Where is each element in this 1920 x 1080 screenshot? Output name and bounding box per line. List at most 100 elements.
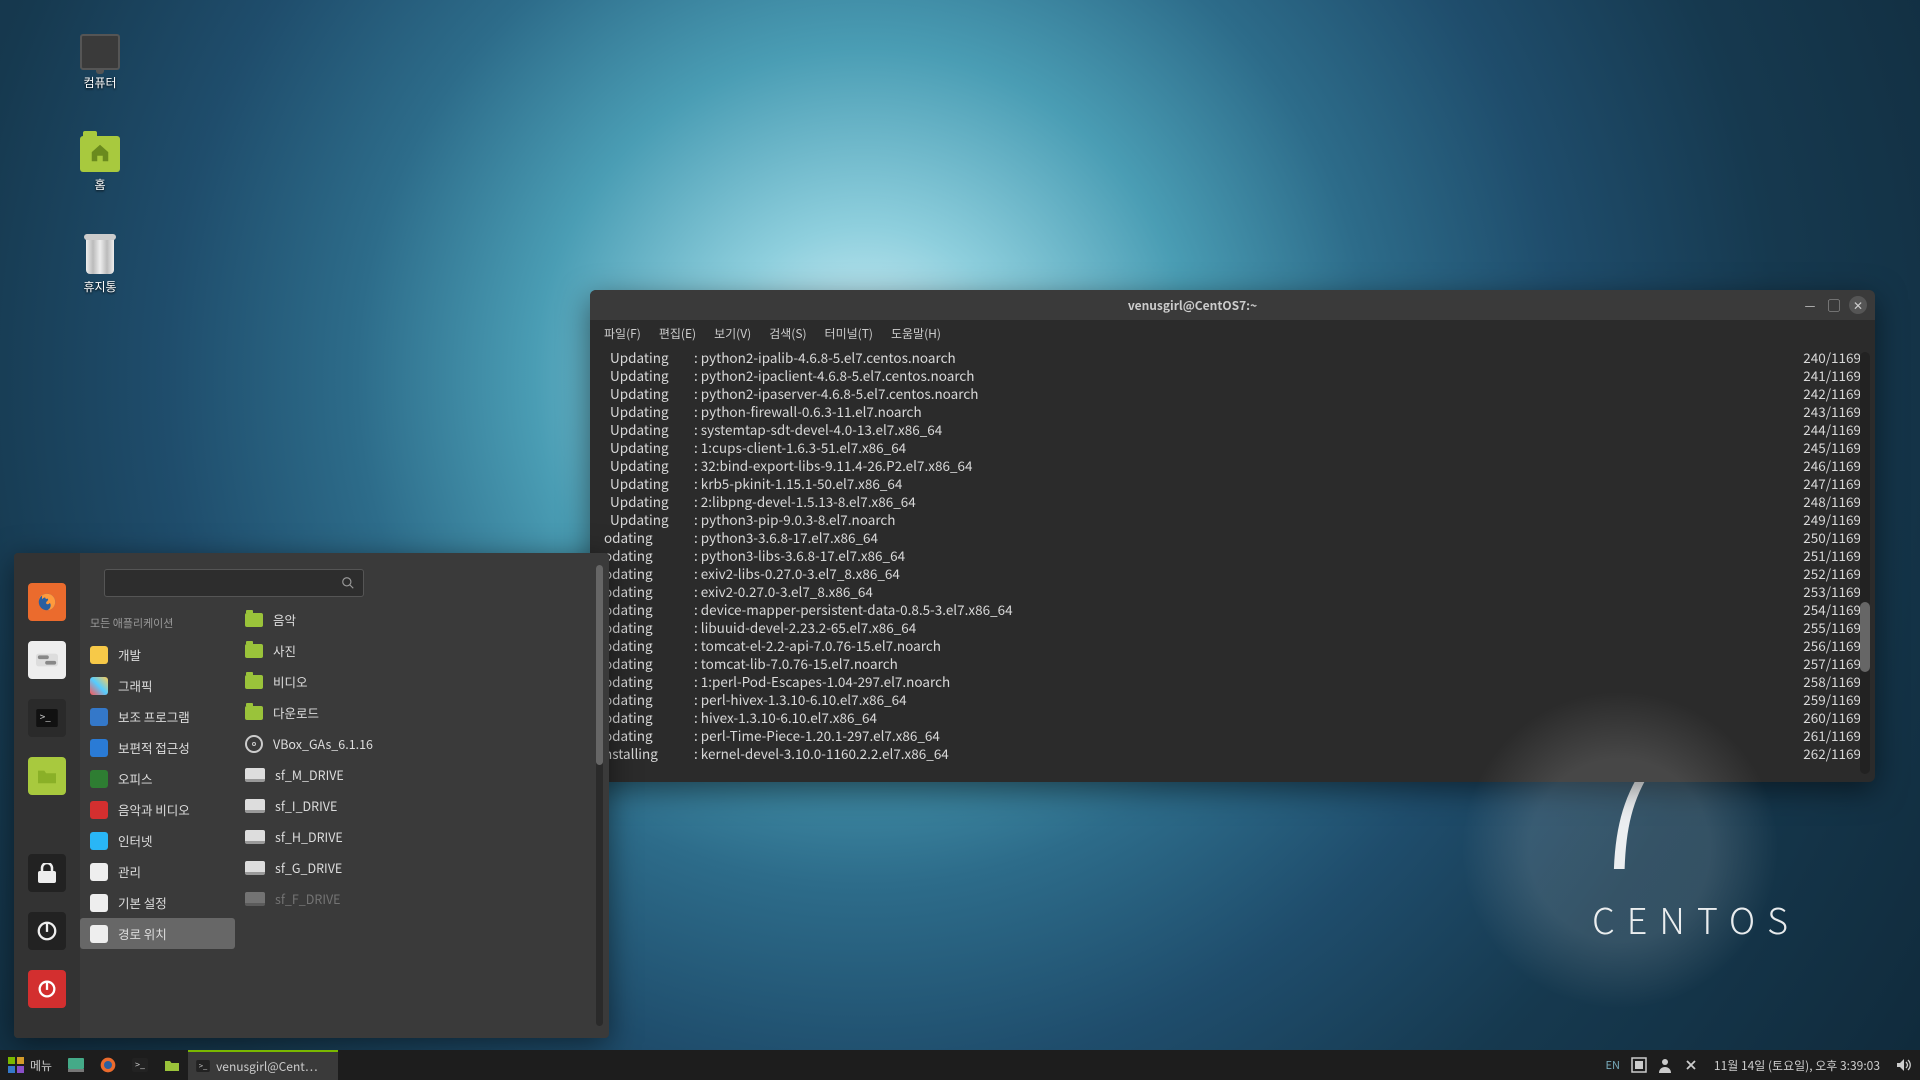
menu-category-item[interactable]: 개발	[80, 639, 235, 670]
menu-place-item[interactable]: sf_F_DRIVE	[235, 883, 589, 914]
menu-category-item[interactable]: 경로 위치	[80, 918, 235, 949]
window-close-button[interactable]: ✕	[1849, 296, 1867, 314]
menu-search-input[interactable]	[113, 574, 341, 593]
panel-clock[interactable]: 11월 14일 (토요일), 오후 3:39:03	[1704, 1050, 1890, 1080]
panel-task-terminal[interactable]: >_ venusgirl@Cent…	[188, 1050, 338, 1080]
panel-launcher-terminal[interactable]: >_	[124, 1050, 156, 1080]
menu-place-item[interactable]: sf_I_DRIVE	[235, 790, 589, 821]
drive-icon	[245, 768, 265, 782]
menu-place-label: sf_F_DRIVE	[275, 889, 341, 908]
fav-settings[interactable]	[28, 641, 66, 679]
tray-user-icon[interactable]	[1656, 1056, 1674, 1074]
panel-launcher-files[interactable]	[156, 1050, 188, 1080]
category-icon	[90, 832, 108, 850]
terminal-title: venusgirl@CentOS7:~	[590, 297, 1795, 314]
terminal-package: : python3-libs-3.6.8-17.el7.x86_64	[694, 546, 1771, 564]
monitor-icon	[80, 34, 120, 70]
menu-place-item[interactable]: sf_G_DRIVE	[235, 852, 589, 883]
menu-category-item[interactable]: 보조 프로그램	[80, 701, 235, 732]
menu-place-item[interactable]: 다운로드	[235, 697, 589, 728]
menu-place-label: sf_I_DRIVE	[275, 796, 337, 815]
terminal-package: : python2-ipalib-4.6.8-5.el7.centos.noar…	[694, 348, 1771, 366]
terminal-action: odating	[604, 672, 694, 690]
tray-volume-icon[interactable]	[1894, 1056, 1912, 1074]
fav-lock[interactable]	[28, 854, 66, 892]
terminal-package: : perl-hivex-1.3.10-6.10.el7.x86_64	[694, 690, 1771, 708]
fav-logout[interactable]	[28, 912, 66, 950]
terminal-package: : kernel-devel-3.10.0-1160.2.2.el7.x86_6…	[694, 744, 1771, 762]
menu-category-item[interactable]: 인터넷	[80, 825, 235, 856]
panel-task-label: venusgirl@Cent…	[216, 1058, 318, 1075]
tray-vbox-icon[interactable]	[1630, 1056, 1648, 1074]
terminal-action: odating	[604, 708, 694, 726]
window-maximize-button[interactable]: ▢	[1825, 296, 1843, 314]
menu-category-item[interactable]: 음악과 비디오	[80, 794, 235, 825]
drive-icon	[245, 861, 265, 875]
files-icon	[164, 1058, 180, 1072]
terminal-icon: >_	[196, 1060, 210, 1072]
menu-category-item[interactable]: 관리	[80, 856, 235, 887]
terminal-scrollbar[interactable]	[1860, 352, 1870, 774]
terminal-menu-item[interactable]: 편집(E)	[659, 325, 696, 342]
menu-place-item[interactable]: sf_H_DRIVE	[235, 821, 589, 852]
svg-text:>_: >_	[135, 1058, 145, 1071]
fav-firefox[interactable]	[28, 583, 66, 621]
terminal-line: Updating: systemtap-sdt-devel-4.0-13.el7…	[604, 420, 1861, 438]
menu-category-label: 보조 프로그램	[118, 707, 190, 726]
terminal-menu-item[interactable]: 터미널(T)	[825, 325, 873, 342]
terminal-window[interactable]: venusgirl@CentOS7:~ — ▢ ✕ 파일(F) 편집(E) 보기(V…	[590, 290, 1875, 782]
menu-place-item[interactable]: 음악	[235, 604, 589, 635]
menu-place-item[interactable]: 사진	[235, 635, 589, 666]
menu-search-box[interactable]	[104, 569, 364, 597]
tray-network-icon[interactable]	[1682, 1056, 1700, 1074]
fav-files[interactable]	[28, 757, 66, 795]
terminal-action: odating	[604, 528, 694, 546]
panel-keyboard-indicator[interactable]: EN	[1605, 1057, 1619, 1073]
terminal-package: : python-firewall-0.6.3-11.el7.noarch	[694, 402, 1771, 420]
terminal-line: odating: python3-3.6.8-17.el7.x86_64250/…	[604, 528, 1861, 546]
menu-category-item[interactable]: 보편적 접근성	[80, 732, 235, 763]
desktop[interactable]: 컴퓨터 홈 휴지통 7 CENTOS venusgirl@CentOS7:~ —…	[0, 0, 1920, 1080]
panel-launcher-firefox[interactable]	[92, 1050, 124, 1080]
menu-category-item[interactable]: 기본 설정	[80, 887, 235, 918]
panel-show-desktop[interactable]	[60, 1050, 92, 1080]
desktop-icon-home[interactable]: 홈	[60, 136, 140, 193]
terminal-menu-item[interactable]: 보기(V)	[714, 325, 751, 342]
menu-places-column: 문서음악사진비디오다운로드VBox_GAs_6.1.16sf_M_DRIVEsf…	[235, 553, 609, 1038]
panel-menu-button[interactable]: 메뉴	[0, 1050, 60, 1080]
menu-place-item[interactable]: 비디오	[235, 666, 589, 697]
menu-category-item[interactable]: 오피스	[80, 763, 235, 794]
desktop-icon-trash[interactable]: 휴지통	[60, 238, 140, 295]
application-menu[interactable]: >_ 모든 애플리케이션 개발그래픽보조 프로그램보편적 접근성오피스음악과 비…	[14, 553, 609, 1038]
terminal-action: nstalling	[604, 744, 694, 762]
scrollbar-thumb[interactable]	[1860, 602, 1870, 672]
terminal-count: 257/1169	[1771, 654, 1861, 672]
scrollbar-thumb[interactable]	[596, 565, 603, 765]
terminal-action: odating	[604, 546, 694, 564]
terminal-package: : 1:perl-Pod-Escapes-1.04-297.el7.noarch	[694, 672, 1771, 690]
menu-category-item[interactable]: 그래픽	[80, 670, 235, 701]
category-icon	[90, 677, 108, 695]
menu-categories-column: 모든 애플리케이션 개발그래픽보조 프로그램보편적 접근성오피스음악과 비디오인…	[80, 553, 235, 1038]
fav-terminal[interactable]: >_	[28, 699, 66, 737]
terminal-output[interactable]: Updating: python2-ipalib-4.6.8-5.el7.cen…	[590, 346, 1875, 782]
window-minimize-button[interactable]: —	[1801, 296, 1819, 314]
terminal-titlebar[interactable]: venusgirl@CentOS7:~ — ▢ ✕	[590, 290, 1875, 320]
menu-place-label: 비디오	[273, 672, 308, 691]
panel[interactable]: 메뉴 >_ >_ venusgirl@Cent… EN 11월 14일 (토요일…	[0, 1050, 1920, 1080]
menu-place-item[interactable]: VBox_GAs_6.1.16	[235, 728, 589, 759]
terminal-count: 262/1169	[1771, 744, 1861, 762]
terminal-menu-item[interactable]: 도움말(H)	[891, 325, 941, 342]
terminal-package: : krb5-pkinit-1.15.1-50.el7.x86_64	[694, 474, 1771, 492]
fav-shutdown[interactable]	[28, 970, 66, 1008]
folder-icon	[245, 675, 263, 689]
terminal-action: Updating	[604, 384, 694, 402]
desktop-icon-computer[interactable]: 컴퓨터	[60, 34, 140, 91]
terminal-count: 242/1169	[1771, 384, 1861, 402]
desktop-icon	[68, 1058, 84, 1072]
places-scrollbar[interactable]	[596, 565, 603, 1026]
terminal-menu-item[interactable]: 파일(F)	[604, 325, 641, 342]
menu-place-item[interactable]: sf_M_DRIVE	[235, 759, 589, 790]
category-icon	[90, 646, 108, 664]
terminal-menu-item[interactable]: 검색(S)	[769, 325, 806, 342]
